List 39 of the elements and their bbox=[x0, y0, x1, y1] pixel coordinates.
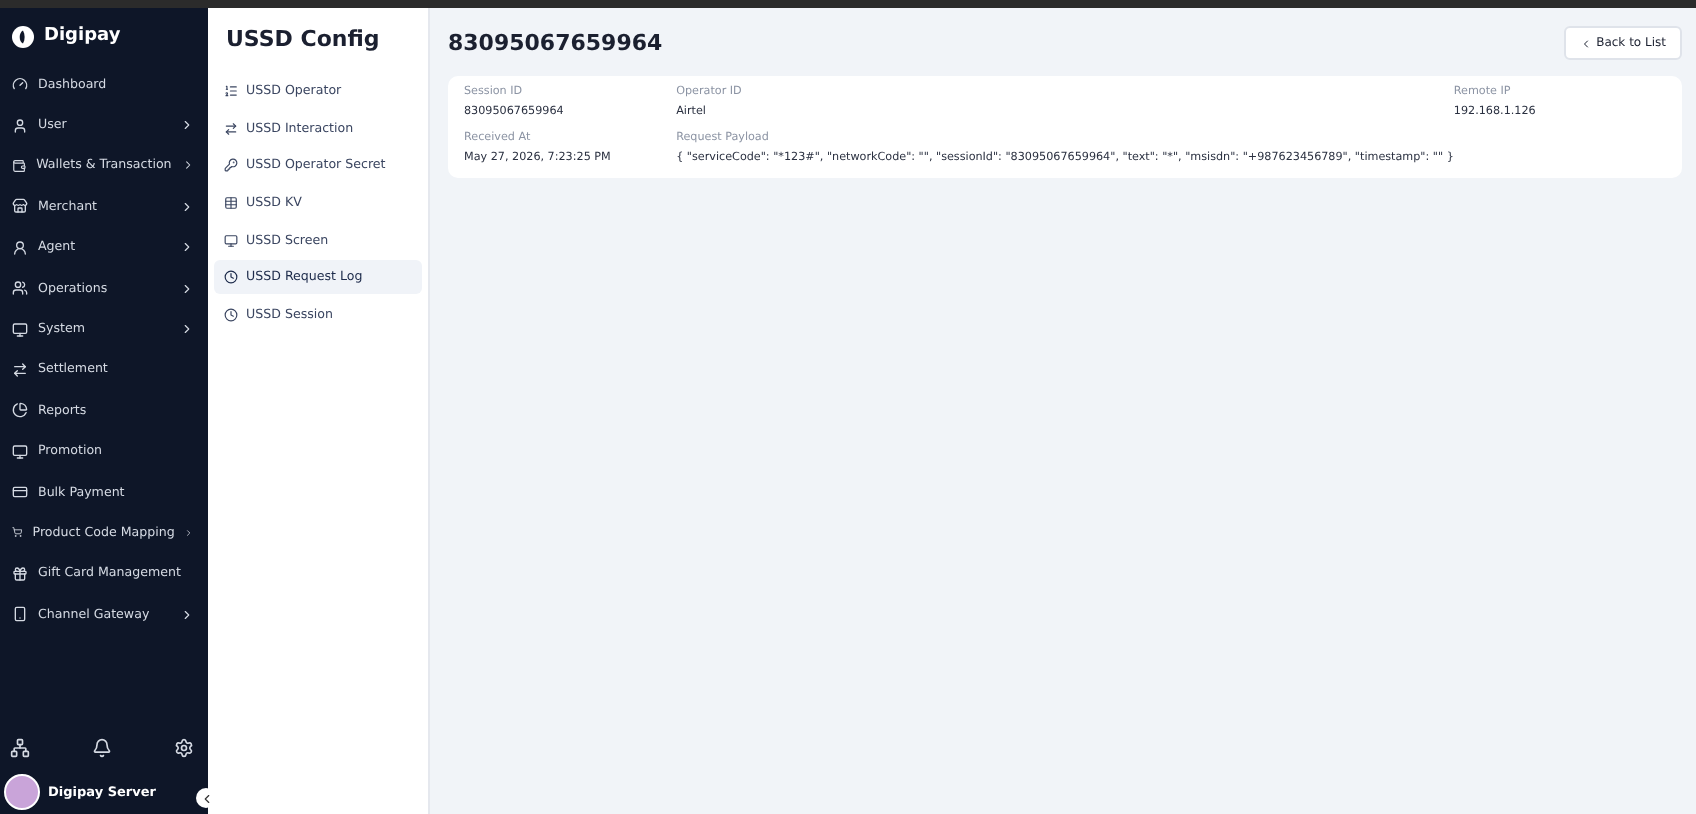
chevron-icon bbox=[180, 322, 194, 337]
network-icon[interactable] bbox=[10, 738, 30, 758]
chevron-icon bbox=[180, 118, 194, 133]
arrows-icon bbox=[224, 121, 238, 136]
settings-icon[interactable] bbox=[174, 738, 194, 758]
wallet-icon bbox=[12, 157, 27, 174]
monitor-icon bbox=[224, 233, 238, 248]
chevron-icon bbox=[181, 158, 194, 173]
store-icon bbox=[12, 198, 28, 215]
monitor-icon bbox=[12, 321, 28, 338]
user-icon bbox=[12, 117, 28, 134]
brand-name: Digipay bbox=[44, 26, 121, 46]
chevron-icon bbox=[184, 525, 194, 540]
chevron-icon bbox=[180, 199, 194, 214]
bell-icon[interactable] bbox=[92, 738, 112, 758]
table-icon bbox=[224, 196, 238, 211]
users-icon bbox=[12, 280, 28, 297]
user-icon bbox=[12, 239, 28, 256]
wallet-icon bbox=[12, 484, 28, 501]
pie-chart-icon bbox=[12, 402, 28, 419]
chevron-icon bbox=[1580, 37, 1593, 49]
avatar bbox=[4, 774, 40, 810]
page-title: 83095067659964 bbox=[448, 30, 663, 56]
section-title: USSD Config bbox=[224, 24, 382, 56]
arrows-icon bbox=[12, 361, 28, 378]
chevron-icon bbox=[180, 281, 194, 296]
logo-icon bbox=[12, 25, 34, 47]
gift-icon bbox=[12, 565, 28, 582]
list-icon bbox=[224, 84, 238, 98]
chevron-icon bbox=[199, 791, 213, 805]
chevron-icon bbox=[180, 607, 194, 622]
collapse-button[interactable] bbox=[196, 788, 216, 808]
key-icon bbox=[224, 158, 238, 173]
phone-icon bbox=[12, 606, 28, 623]
clock-icon bbox=[224, 270, 238, 285]
chevron-icon bbox=[180, 240, 194, 255]
monitor-icon bbox=[12, 443, 28, 460]
clock-icon bbox=[224, 308, 238, 323]
gauge-icon bbox=[12, 76, 28, 93]
